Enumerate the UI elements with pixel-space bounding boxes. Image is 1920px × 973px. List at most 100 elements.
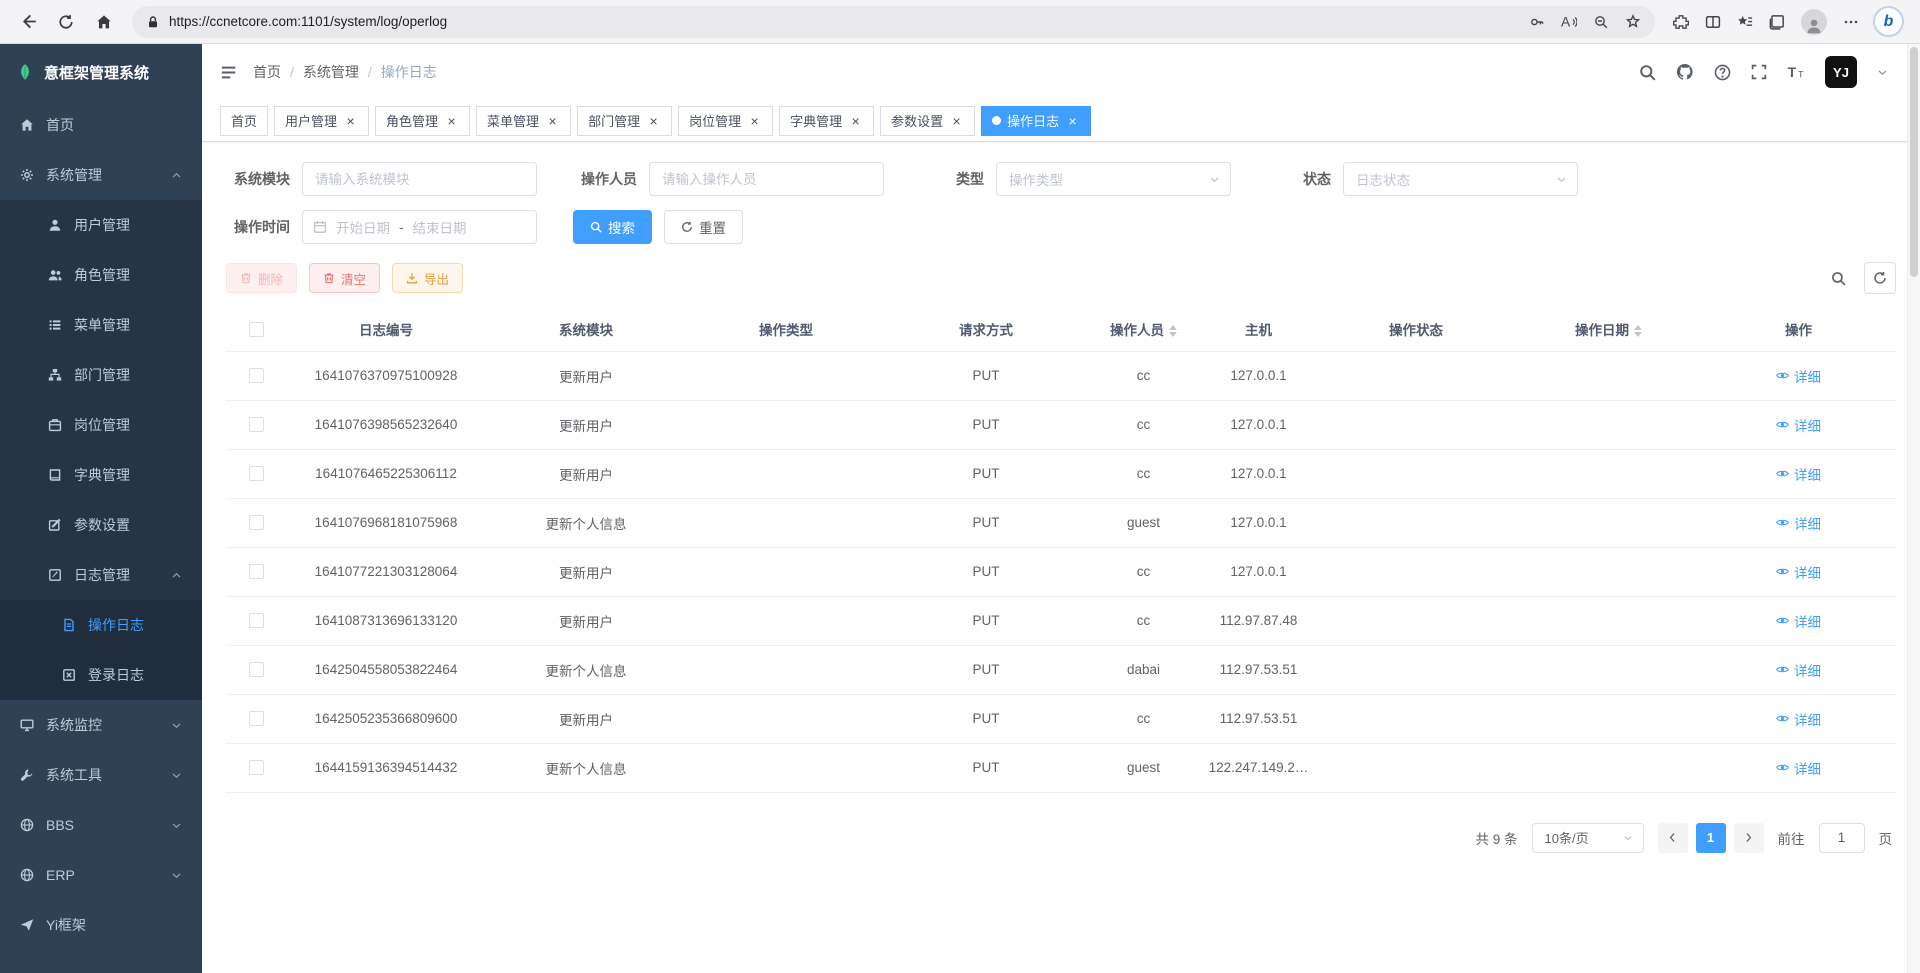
- detail-link[interactable]: 详细: [1776, 611, 1821, 631]
- sidebar-item-system-monitor[interactable]: 系统监控: [0, 700, 202, 750]
- tab-close-icon[interactable]: ×: [1065, 113, 1080, 128]
- status-select[interactable]: 日志状态: [1343, 162, 1578, 196]
- header-search-icon[interactable]: [1639, 64, 1656, 81]
- sidebar-item-role-management[interactable]: 角色管理: [0, 250, 202, 300]
- fullscreen-icon[interactable]: [1751, 64, 1767, 80]
- read-aloud-icon[interactable]: A: [1561, 14, 1577, 30]
- sidebar-item-bbs[interactable]: BBS: [0, 800, 202, 850]
- detail-link[interactable]: 详细: [1776, 709, 1821, 729]
- tab-close-icon[interactable]: ×: [343, 113, 358, 128]
- sidebar-item-menu-management[interactable]: 菜单管理: [0, 300, 202, 350]
- tab-param-settings[interactable]: 参数设置×: [880, 106, 975, 136]
- next-page-button[interactable]: [1734, 823, 1764, 853]
- tab-close-icon[interactable]: ×: [848, 113, 863, 128]
- row-checkbox[interactable]: [249, 711, 264, 726]
- extensions-icon[interactable]: [1673, 14, 1689, 30]
- font-size-icon[interactable]: TT: [1787, 63, 1805, 81]
- detail-link[interactable]: 详细: [1776, 513, 1821, 533]
- page-size-select[interactable]: 10条/页: [1532, 823, 1644, 853]
- tab-close-icon[interactable]: ×: [545, 113, 560, 128]
- tab-post-management[interactable]: 岗位管理×: [678, 106, 773, 136]
- row-checkbox[interactable]: [249, 564, 264, 579]
- browser-back-button[interactable]: [10, 5, 46, 39]
- sort-caret-icon[interactable]: [1634, 325, 1642, 337]
- sidebar-item-operation-log[interactable]: 操作日志: [0, 600, 202, 650]
- module-input[interactable]: [302, 162, 537, 196]
- search-button[interactable]: 搜索: [573, 210, 652, 244]
- sidebar-item-user-management[interactable]: 用户管理: [0, 200, 202, 250]
- tab-close-icon[interactable]: ×: [949, 113, 964, 128]
- date-range-picker[interactable]: 开始日期 - 结束日期: [302, 210, 537, 244]
- sidebar-item-log-management[interactable]: 日志管理: [0, 550, 202, 600]
- detail-link[interactable]: 详细: [1776, 366, 1821, 386]
- tab-menu-management[interactable]: 菜单管理×: [476, 106, 571, 136]
- row-checkbox[interactable]: [249, 613, 264, 628]
- sort-caret-icon[interactable]: [1169, 325, 1177, 337]
- detail-link[interactable]: 详细: [1776, 464, 1821, 484]
- row-checkbox[interactable]: [249, 466, 264, 481]
- browser-profile-avatar[interactable]: [1801, 9, 1827, 35]
- sidebar-item-post-management[interactable]: 岗位管理: [0, 400, 202, 450]
- breadcrumb-item[interactable]: 首页: [253, 62, 281, 82]
- scrollbar-thumb[interactable]: [1910, 47, 1918, 277]
- row-checkbox[interactable]: [249, 417, 264, 432]
- reset-button[interactable]: 重置: [664, 210, 743, 244]
- export-button[interactable]: 导出: [392, 263, 463, 293]
- tab-close-icon[interactable]: ×: [444, 113, 459, 128]
- row-checkbox[interactable]: [249, 662, 264, 677]
- help-icon[interactable]: [1714, 64, 1731, 81]
- row-checkbox[interactable]: [249, 760, 264, 775]
- detail-link[interactable]: 详细: [1776, 562, 1821, 582]
- browser-more-icon[interactable]: [1843, 14, 1859, 30]
- detail-link[interactable]: 详细: [1776, 415, 1821, 435]
- tab-close-icon[interactable]: ×: [646, 113, 661, 128]
- sidebar-item-department-management[interactable]: 部门管理: [0, 350, 202, 400]
- table-refresh-icon[interactable]: [1864, 262, 1896, 294]
- tab-dict-management[interactable]: 字典管理×: [779, 106, 874, 136]
- detail-link[interactable]: 详细: [1776, 660, 1821, 680]
- row-checkbox[interactable]: [249, 515, 264, 530]
- table-search-icon[interactable]: [1822, 262, 1854, 294]
- sidebar-item-home[interactable]: 首页: [0, 100, 202, 150]
- url-bar[interactable]: https://ccnetcore.com:1101/system/log/op…: [132, 6, 1655, 38]
- page-1-button[interactable]: 1: [1696, 823, 1726, 853]
- detail-link[interactable]: 详细: [1776, 758, 1821, 778]
- row-checkbox[interactable]: [249, 368, 264, 383]
- column-header[interactable]: 操作人员: [1086, 307, 1201, 351]
- browser-refresh-button[interactable]: [48, 5, 84, 39]
- delete-button[interactable]: 删除: [226, 263, 297, 293]
- github-icon[interactable]: [1676, 63, 1694, 81]
- page-scrollbar[interactable]: [1907, 44, 1920, 973]
- sidebar-item-yi-framework[interactable]: Yi框架: [0, 900, 202, 950]
- sidebar-item-login-log[interactable]: 登录日志: [0, 650, 202, 700]
- breadcrumb-item[interactable]: 系统管理: [303, 62, 359, 82]
- tab-close-icon[interactable]: ×: [747, 113, 762, 128]
- column-header[interactable]: 操作日期: [1516, 307, 1701, 351]
- favorites-bar-icon[interactable]: [1737, 14, 1753, 30]
- browser-home-button[interactable]: [86, 5, 122, 39]
- favorites-add-icon[interactable]: [1625, 14, 1641, 30]
- operator-input[interactable]: [649, 162, 884, 196]
- sidebar-item-param-settings[interactable]: 参数设置: [0, 500, 202, 550]
- goto-page-input[interactable]: [1819, 823, 1865, 853]
- sidebar-item-erp[interactable]: ERP: [0, 850, 202, 900]
- prev-page-button[interactable]: [1658, 823, 1688, 853]
- sidebar-item-dict-management[interactable]: 字典管理: [0, 450, 202, 500]
- tab-role-management[interactable]: 角色管理×: [375, 106, 470, 136]
- tab-department-management[interactable]: 部门管理×: [577, 106, 672, 136]
- tab-home[interactable]: 首页: [220, 106, 268, 136]
- avatar-caret-icon[interactable]: [1877, 67, 1888, 78]
- user-avatar[interactable]: YJ: [1825, 56, 1857, 88]
- sidebar-item-system-management[interactable]: 系统管理: [0, 150, 202, 200]
- select-all-checkbox[interactable]: [249, 322, 264, 337]
- type-select[interactable]: 操作类型: [996, 162, 1231, 196]
- hamburger-menu-icon[interactable]: [220, 64, 237, 81]
- split-screen-icon[interactable]: [1705, 14, 1721, 30]
- tab-operation-log[interactable]: 操作日志×: [981, 106, 1091, 136]
- zoom-out-icon[interactable]: [1594, 15, 1608, 29]
- password-key-icon[interactable]: [1530, 15, 1544, 29]
- copilot-bing-icon[interactable]: b: [1875, 8, 1902, 35]
- sidebar-item-system-tools[interactable]: 系统工具: [0, 750, 202, 800]
- collections-icon[interactable]: [1769, 14, 1785, 30]
- clear-button[interactable]: 清空: [309, 263, 380, 293]
